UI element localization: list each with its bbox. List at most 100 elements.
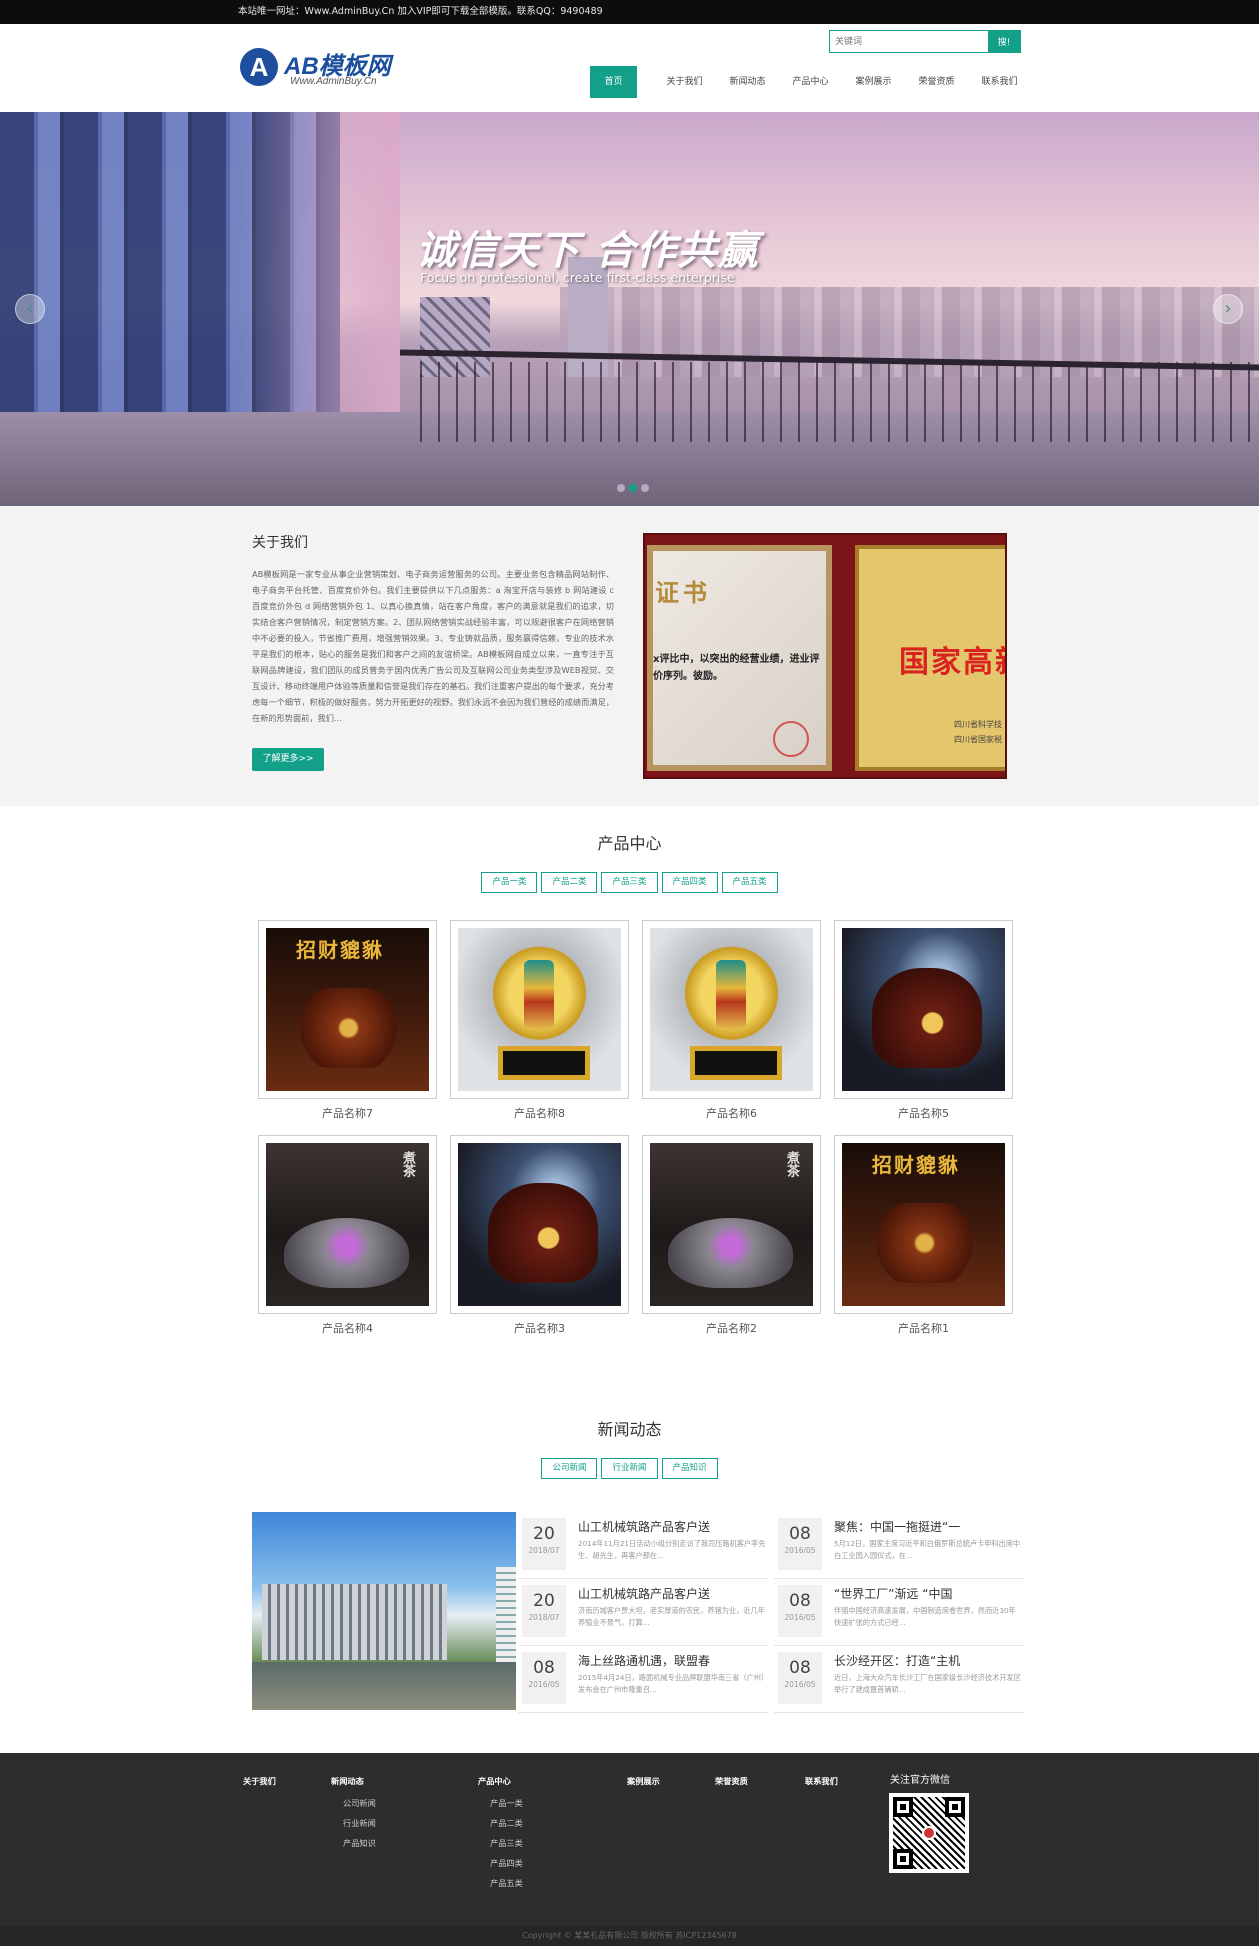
footer-column-title[interactable]: 关于我们 bbox=[243, 1775, 276, 1787]
footer-column-title[interactable]: 产品中心 bbox=[478, 1775, 523, 1787]
news-title: 新闻动态 bbox=[597, 1420, 662, 1439]
product-card[interactable]: 产品名称6 bbox=[642, 920, 821, 1121]
product-name[interactable]: 产品名称1 bbox=[834, 1320, 1013, 1336]
product-name[interactable]: 产品名称4 bbox=[258, 1320, 437, 1336]
copyright: Copyright © 某某礼品有限公司 版权所有 苏ICP12345678 bbox=[0, 1926, 1259, 1946]
news-title-link[interactable]: 海上丝路通机遇，联盟春 bbox=[578, 1652, 710, 1669]
slider-dot-active[interactable] bbox=[629, 484, 637, 492]
about-title: 关于我们 bbox=[252, 535, 308, 551]
slider-dot[interactable] bbox=[617, 484, 625, 492]
product-image-frame[interactable] bbox=[642, 1135, 821, 1314]
site-logo[interactable]: A AB模板网 Www.AdminBuy.Cn bbox=[240, 46, 410, 94]
footer-column-title[interactable]: 荣誉资质 bbox=[715, 1775, 748, 1787]
product-name[interactable]: 产品名称6 bbox=[642, 1105, 821, 1121]
nav-about[interactable]: 关于我们 bbox=[653, 66, 716, 98]
nav-news[interactable]: 新闻动态 bbox=[716, 66, 779, 98]
footer-link[interactable]: 产品二类 bbox=[490, 1817, 523, 1829]
news-item[interactable]: 20 2018/07 山工机械筑路产品客户送 2014年11月21日活动小组分别走访了… bbox=[518, 1512, 768, 1579]
news-summary: 近日，上海大众汽车长沙工厂在国家级长沙经济技术开发区举行了建成暨首辆轿... bbox=[834, 1673, 1021, 1694]
footer-link[interactable]: 产品知识 bbox=[343, 1837, 376, 1849]
slider-dot[interactable] bbox=[641, 484, 649, 492]
product-image[interactable] bbox=[842, 1143, 1005, 1306]
product-image-frame[interactable] bbox=[834, 1135, 1013, 1314]
product-image[interactable] bbox=[650, 928, 813, 1091]
news-title-link[interactable]: 山工机械筑路产品客户送 bbox=[578, 1585, 710, 1602]
tab-product-knowledge[interactable]: 产品知识 bbox=[661, 1458, 718, 1479]
search-input[interactable] bbox=[830, 31, 988, 52]
product-image-frame[interactable] bbox=[258, 1135, 437, 1314]
site-footer: 关于我们 新闻动态公司新闻行业新闻产品知识 产品中心产品一类产品二类产品三类产品四类… bbox=[0, 1753, 1259, 1946]
tab-company-news[interactable]: 公司新闻 bbox=[541, 1458, 598, 1479]
products-title: 产品中心 bbox=[597, 834, 662, 853]
product-card[interactable]: 产品名称3 bbox=[450, 1135, 629, 1336]
nav-honors[interactable]: 荣誉资质 bbox=[905, 66, 968, 98]
product-card[interactable]: 产品名称4 bbox=[258, 1135, 437, 1336]
footer-column-title[interactable]: 联系我们 bbox=[805, 1775, 838, 1787]
news-year-month: 2018/07 bbox=[528, 1613, 560, 1622]
product-image-frame[interactable] bbox=[258, 920, 437, 1099]
news-item[interactable]: 08 2016/05 海上丝路通机遇，联盟春 2015年4月24日，路面机械专业品牌联… bbox=[518, 1646, 768, 1713]
product-image-frame[interactable] bbox=[450, 920, 629, 1099]
news-item[interactable]: 08 2016/05 “世界工厂”渐远 “中国 伴随中国经济高速发展，中国制造席卷世界… bbox=[774, 1579, 1024, 1646]
footer-column-title[interactable]: 案例展示 bbox=[627, 1775, 660, 1787]
product-image-frame[interactable] bbox=[834, 920, 1013, 1099]
footer-link[interactable]: 产品一类 bbox=[490, 1797, 523, 1809]
banner-subtitle: Focus on professional, create first-clas… bbox=[420, 270, 735, 285]
product-image[interactable] bbox=[458, 928, 621, 1091]
nav-products[interactable]: 产品中心 bbox=[779, 66, 842, 98]
news-item[interactable]: 08 2016/05 聚焦：中国一拖挺进“一 5月12日，国家主席习近平和白俄罗斯总统… bbox=[774, 1512, 1024, 1579]
certificate-image: 证书 x评比中，以突出的经营业绩，进业评价序列。彼励。 国家高新 四川省科学技 … bbox=[643, 533, 1007, 779]
footer-column-title[interactable]: 新闻动态 bbox=[331, 1775, 376, 1787]
about-section: 关于我们 AB模板网是一家专业从事企业营销策划、电子商务运营服务的公司。主要业务… bbox=[0, 506, 1259, 806]
footer-link[interactable]: 行业新闻 bbox=[343, 1817, 376, 1829]
news-feature-image[interactable] bbox=[252, 1512, 516, 1710]
nav-cases[interactable]: 案例展示 bbox=[842, 66, 905, 98]
news-summary: 2014年11月21日活动小组分别走访了我司压路机客户李先生、胡先生，再客户那在… bbox=[578, 1539, 766, 1560]
slider-pagination bbox=[617, 484, 649, 492]
nav-home[interactable]: 首页 bbox=[590, 66, 637, 98]
certificate-right: 国家高新 四川省科学技 四川省国家税 bbox=[855, 545, 1005, 771]
product-image-frame[interactable] bbox=[642, 920, 821, 1099]
footer-link[interactable]: 产品四类 bbox=[490, 1857, 523, 1869]
news-title-link[interactable]: 长沙经开区：打造“主机 bbox=[834, 1652, 960, 1669]
news-title-link[interactable]: “世界工厂”渐远 “中国 bbox=[834, 1585, 952, 1602]
product-name[interactable]: 产品名称2 bbox=[642, 1320, 821, 1336]
product-image[interactable] bbox=[842, 928, 1005, 1091]
product-image-frame[interactable] bbox=[450, 1135, 629, 1314]
tab-product-2[interactable]: 产品二类 bbox=[541, 872, 598, 893]
product-card[interactable]: 产品名称7 bbox=[258, 920, 437, 1121]
product-card[interactable]: 产品名称2 bbox=[642, 1135, 821, 1336]
search-button[interactable]: 搜! bbox=[988, 31, 1020, 52]
news-day: 20 bbox=[533, 1524, 555, 1544]
chevron-right-icon[interactable]: › bbox=[1213, 294, 1243, 324]
news-title-link[interactable]: 聚焦：中国一拖挺进“一 bbox=[834, 1518, 960, 1535]
tab-product-5[interactable]: 产品五类 bbox=[721, 872, 778, 893]
product-image[interactable] bbox=[266, 1143, 429, 1306]
product-name[interactable]: 产品名称8 bbox=[450, 1105, 629, 1121]
product-card[interactable]: 产品名称5 bbox=[834, 920, 1013, 1121]
news-title-link[interactable]: 山工机械筑路产品客户送 bbox=[578, 1518, 710, 1535]
search-form: 搜! bbox=[829, 30, 1021, 53]
product-name[interactable]: 产品名称7 bbox=[258, 1105, 437, 1121]
product-image[interactable] bbox=[650, 1143, 813, 1306]
footer-link[interactable]: 公司新闻 bbox=[343, 1797, 376, 1809]
news-item[interactable]: 20 2018/07 山工机械筑路产品客户送 济南历城客户贾大坦，老实厚道的农民，养猪… bbox=[518, 1579, 768, 1646]
news-item[interactable]: 08 2016/05 长沙经开区：打造“主机 近日，上海大众汽车长沙工厂在国家级长沙经… bbox=[774, 1646, 1024, 1713]
tab-industry-news[interactable]: 行业新闻 bbox=[601, 1458, 658, 1479]
product-image[interactable] bbox=[266, 928, 429, 1091]
footer-link[interactable]: 产品三类 bbox=[490, 1837, 523, 1849]
tab-product-4[interactable]: 产品四类 bbox=[661, 872, 718, 893]
certificate-left: 证书 x评比中，以突出的经营业绩，进业评价序列。彼励。 bbox=[647, 545, 832, 771]
product-image[interactable] bbox=[458, 1143, 621, 1306]
learn-more-button[interactable]: 了解更多>> bbox=[252, 748, 324, 771]
nav-contact[interactable]: 联系我们 bbox=[968, 66, 1031, 98]
chevron-left-icon[interactable]: ‹ bbox=[15, 294, 45, 324]
tab-product-1[interactable]: 产品一类 bbox=[481, 872, 538, 893]
product-card[interactable]: 产品名称1 bbox=[834, 1135, 1013, 1336]
footer-link[interactable]: 产品五类 bbox=[490, 1877, 523, 1889]
product-card[interactable]: 产品名称8 bbox=[450, 920, 629, 1121]
news-list-left: 20 2018/07 山工机械筑路产品客户送 2014年11月21日活动小组分别走访了… bbox=[518, 1512, 768, 1713]
product-name[interactable]: 产品名称5 bbox=[834, 1105, 1013, 1121]
tab-product-3[interactable]: 产品三类 bbox=[601, 872, 658, 893]
product-name[interactable]: 产品名称3 bbox=[450, 1320, 629, 1336]
